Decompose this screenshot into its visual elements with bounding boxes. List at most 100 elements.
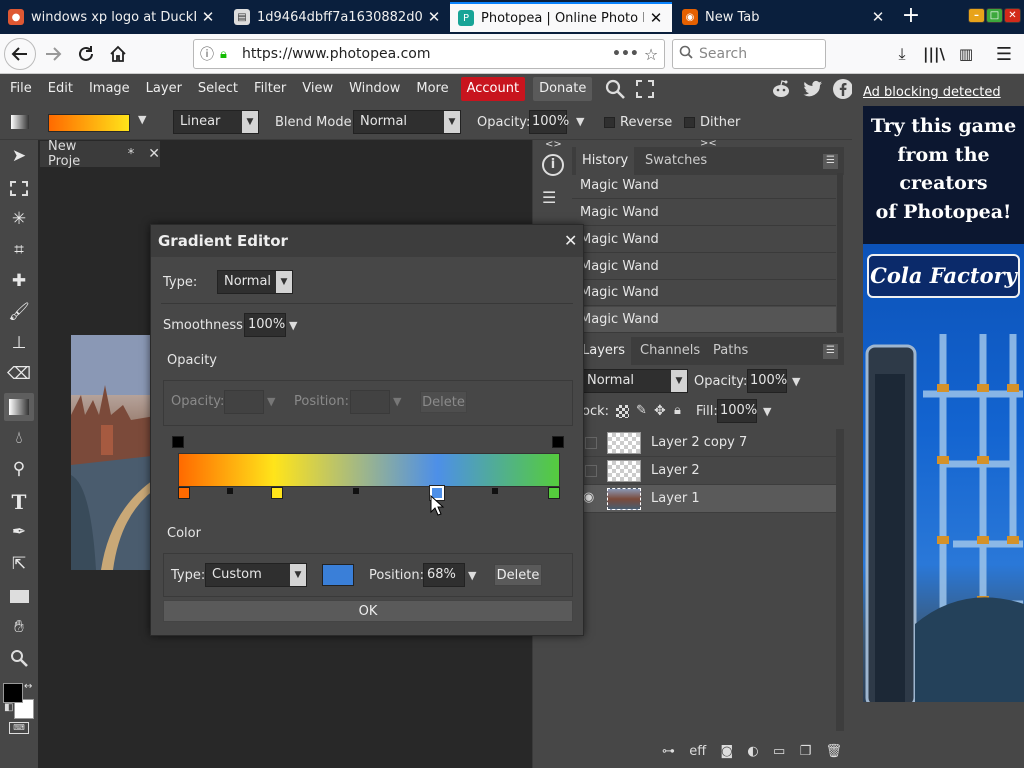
fill-input[interactable]: 100%: [717, 399, 757, 423]
opacity-stop-arrow-icon[interactable]: ▼: [267, 395, 275, 408]
history-item[interactable]: Magic Wand: [572, 200, 836, 226]
expand-panels-icon[interactable]: <>: [545, 139, 562, 150]
new-group-folder-icon[interactable]: ▭: [773, 744, 785, 759]
history-item[interactable]: Magic Wand: [572, 227, 836, 253]
account-button[interactable]: Account: [460, 77, 526, 101]
pen-tool-button[interactable]: ✒: [4, 518, 34, 546]
gradient-preview-swatch[interactable]: [48, 114, 130, 132]
lock-brush-icon[interactable]: ✎: [636, 403, 647, 418]
color-position-arrow-icon[interactable]: ▼: [468, 569, 476, 582]
zoom-tool-button[interactable]: [4, 644, 34, 672]
link-layers-icon[interactable]: ⊶: [662, 744, 675, 759]
reddit-icon[interactable]: [770, 78, 792, 100]
close-dialog-icon[interactable]: ✕: [564, 231, 577, 250]
tab-paths[interactable]: Paths: [707, 337, 754, 365]
ad-blocking-notice-link[interactable]: Ad blocking detected: [863, 85, 1001, 100]
document-tab[interactable]: New Proje * ✕: [40, 139, 160, 169]
stamp-tool-button[interactable]: ⊥: [4, 329, 34, 357]
menu-file[interactable]: File: [0, 74, 40, 104]
opacity-stop-left[interactable]: [172, 436, 184, 448]
history-item[interactable]: Magic Wand: [572, 307, 836, 333]
layer-visibility-toggle[interactable]: [585, 465, 597, 477]
tab-history[interactable]: History: [576, 147, 635, 175]
stop-color-swatch[interactable]: [322, 564, 354, 586]
info-icon[interactable]: ⓘ: [194, 44, 220, 64]
delete-opacity-stop-button[interactable]: Delete: [420, 391, 467, 413]
color-stop[interactable]: [178, 487, 190, 499]
search-input[interactable]: Search: [672, 39, 826, 69]
menu-select[interactable]: Select: [190, 74, 246, 104]
ok-button[interactable]: OK: [163, 600, 573, 622]
forward-button[interactable]: [37, 38, 69, 70]
donate-button[interactable]: Donate: [533, 77, 593, 101]
close-tab-icon[interactable]: ✕: [200, 8, 216, 26]
lock-transparency-icon[interactable]: [616, 405, 629, 418]
color-stop[interactable]: [270, 487, 283, 499]
minimize-window-button[interactable]: –: [968, 8, 985, 23]
layer-row[interactable]: Layer 2 copy 7: [572, 429, 836, 457]
magic-wand-tool-button[interactable]: ✳: [4, 205, 34, 233]
tab-layers[interactable]: Layers: [576, 337, 632, 365]
type-tool-button[interactable]: T: [4, 488, 34, 516]
shape-tool-button[interactable]: [4, 582, 34, 610]
path-select-tool-button[interactable]: ⇱: [4, 550, 34, 578]
hamburger-menu-button[interactable]: ☰: [988, 38, 1020, 70]
back-button[interactable]: [4, 38, 36, 70]
opacity-stop-input[interactable]: [224, 390, 264, 414]
color-stop[interactable]: [548, 487, 560, 499]
blur-tool-button[interactable]: 💧︎: [4, 424, 34, 452]
opacity-stop-right[interactable]: [552, 436, 564, 448]
layer-opacity-input[interactable]: 100%: [747, 369, 787, 393]
menu-filter[interactable]: Filter: [246, 74, 294, 104]
layer-opacity-arrow-icon[interactable]: ▼: [792, 375, 800, 388]
layer-mask-icon[interactable]: ◙: [721, 744, 734, 759]
url-bar[interactable]: ⓘ 🔒︎ https://www.photopea.com ••• ☆: [193, 39, 665, 69]
opacity-position-input[interactable]: [350, 390, 390, 414]
healing-tool-button[interactable]: ✚: [4, 267, 34, 295]
crop-tool-button[interactable]: ⌗: [4, 236, 34, 264]
eye-icon[interactable]: ◉: [583, 490, 594, 505]
browser-tab-duckduckgo[interactable]: ● windows xp logo at DuckDu ✕: [0, 2, 224, 32]
bookmark-star-icon[interactable]: ☆: [638, 45, 664, 64]
opacity-position-arrow-icon[interactable]: ▼: [393, 395, 401, 408]
adjustments-sliders-icon[interactable]: ☰: [542, 188, 556, 207]
menu-window[interactable]: Window: [341, 74, 408, 104]
info-icon[interactable]: i: [542, 154, 564, 176]
blend-mode-select[interactable]: Normal ▼: [353, 110, 461, 134]
layer-blend-mode-select[interactable]: Normal ▼: [580, 369, 688, 393]
browser-tab-image[interactable]: ▤ 1d9464dbff7a1630882d0e20 ✕: [226, 2, 450, 32]
tab-swatches[interactable]: Swatches: [639, 147, 713, 175]
lock-move-icon[interactable]: ✥: [654, 403, 666, 419]
reload-button[interactable]: [70, 38, 102, 70]
downloads-button[interactable]: ⤓: [886, 38, 918, 70]
close-document-icon[interactable]: ✕: [148, 146, 160, 162]
close-tab-icon[interactable]: ✕: [870, 8, 886, 26]
history-panel-menu-icon[interactable]: ☰: [823, 154, 838, 169]
smoothness-input[interactable]: 100%: [244, 313, 286, 337]
page-actions-icon[interactable]: •••: [612, 46, 639, 62]
smoothness-arrow-icon[interactable]: ▼: [289, 319, 297, 332]
close-tab-icon[interactable]: ✕: [426, 8, 442, 26]
history-scrollbar[interactable]: [837, 173, 843, 333]
fullscreen-icon[interactable]: [636, 80, 655, 98]
lock-all-icon[interactable]: 🔒︎: [674, 403, 681, 418]
gradient-tool-button[interactable]: [4, 393, 34, 421]
marquee-tool-button[interactable]: [4, 174, 34, 202]
menu-edit[interactable]: Edit: [40, 74, 81, 104]
browser-tab-photopea[interactable]: P Photopea | Online Photo Edit ✕: [450, 2, 672, 32]
new-tab-button[interactable]: +: [896, 4, 926, 30]
layer-row[interactable]: Layer 2: [572, 457, 836, 485]
default-colors-icon[interactable]: ◧: [4, 702, 13, 713]
fill-arrow-icon[interactable]: ▼: [763, 405, 771, 418]
color-midpoint[interactable]: [227, 488, 234, 494]
tab-channels[interactable]: Channels: [634, 337, 706, 365]
browser-tab-newtab[interactable]: ◉ New Tab ✕: [674, 2, 894, 32]
history-item[interactable]: Magic Wand: [572, 254, 836, 280]
move-tool-button[interactable]: ➤: [4, 142, 34, 170]
layer-visibility-toggle[interactable]: [585, 437, 597, 449]
color-midpoint[interactable]: [353, 488, 360, 494]
delete-color-stop-button[interactable]: Delete: [494, 564, 542, 586]
gradient-type-select[interactable]: Normal ▼: [217, 270, 293, 294]
layers-scrollbar[interactable]: [836, 429, 844, 731]
brush-tool-button[interactable]: 🖌︎: [4, 298, 34, 326]
